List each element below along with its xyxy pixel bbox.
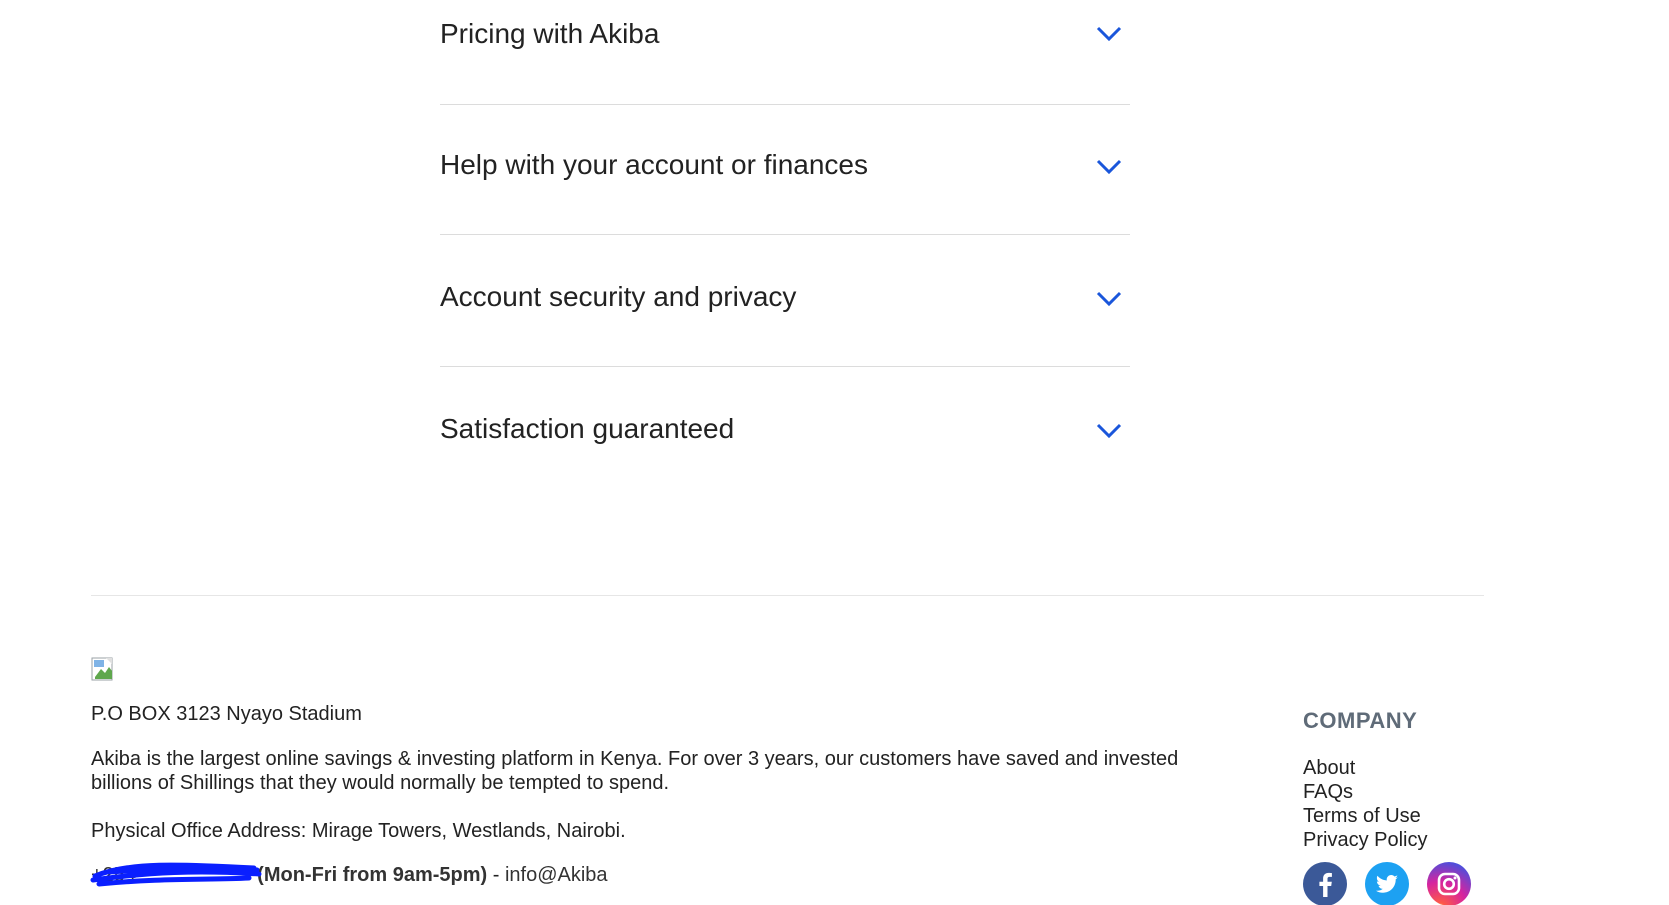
terms-of-use-link[interactable]: Terms of Use: [1303, 804, 1427, 828]
twitter-icon[interactable]: [1365, 862, 1409, 905]
about-link[interactable]: About: [1303, 756, 1427, 780]
chevron-down-icon[interactable]: [1096, 291, 1122, 307]
facebook-icon[interactable]: [1303, 862, 1347, 905]
broken-logo-image[interactable]: [91, 657, 116, 682]
footer-divider: [91, 595, 1484, 596]
faq-item[interactable]: Satisfaction guaranteed: [440, 367, 1130, 499]
support-hours: (Mon-Fri from 9am-5pm): [257, 864, 488, 886]
faq-accordion: Pricing with Akiba Help with your accoun…: [440, 0, 1130, 499]
contact-separator: -: [487, 864, 505, 886]
company-links-section: COMPANY About FAQs Terms of Use Privacy …: [1303, 708, 1427, 852]
faqs-link[interactable]: FAQs: [1303, 780, 1427, 804]
faq-question[interactable]: Pricing with Akiba: [440, 18, 659, 50]
social-links: [1303, 862, 1471, 905]
faq-question[interactable]: Account security and privacy: [440, 281, 796, 313]
faq-question[interactable]: Satisfaction guaranteed: [440, 413, 734, 445]
redaction-scribble: [90, 862, 262, 887]
faq-item[interactable]: Help with your account or finances: [440, 105, 1130, 235]
phone-number[interactable]: +254: [90, 862, 262, 887]
chevron-down-icon[interactable]: [1096, 159, 1122, 175]
company-heading: COMPANY: [1303, 708, 1418, 733]
faq-item[interactable]: Account security and privacy: [440, 235, 1130, 367]
faq-question[interactable]: Help with your account or finances: [440, 149, 868, 181]
privacy-policy-link[interactable]: Privacy Policy: [1303, 828, 1427, 852]
instagram-icon[interactable]: [1427, 862, 1471, 905]
email-link[interactable]: info@Akiba: [505, 864, 608, 886]
chevron-down-icon[interactable]: [1096, 26, 1122, 42]
footer-contact: +254 (Mon-Fri from 9am-5pm) - info@Akiba: [90, 862, 608, 887]
footer-address: P.O BOX 3123 Nyayo Stadium: [91, 703, 362, 725]
footer-office-address: Physical Office Address: Mirage Towers, …: [91, 820, 626, 842]
footer-description: Akiba is the largest online savings & in…: [91, 748, 1179, 794]
chevron-down-icon[interactable]: [1096, 423, 1122, 439]
faq-item[interactable]: Pricing with Akiba: [440, 0, 1130, 105]
